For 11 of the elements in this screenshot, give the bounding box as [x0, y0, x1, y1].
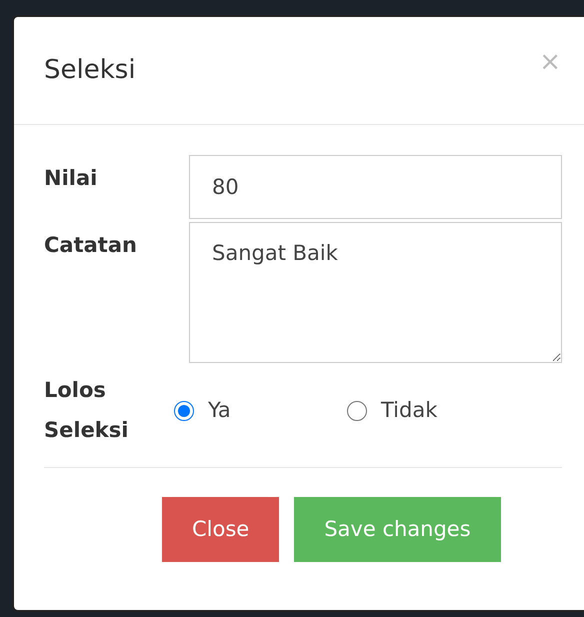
field-label: Nilai: [44, 165, 98, 192]
radio-label[interactable]: Ya: [208, 395, 231, 427]
field-label: Lolos Seleksi: [44, 377, 130, 444]
score-input[interactable]: 80: [189, 155, 562, 219]
radio-button[interactable]: [174, 400, 194, 421]
radio-button[interactable]: [347, 400, 367, 421]
field-label: Catatan: [44, 232, 138, 259]
modal-title: Seleksi: [44, 54, 136, 86]
notes-textarea[interactable]: Sangat Baik: [189, 222, 562, 363]
close-button[interactable]: Close: [162, 496, 280, 562]
radio-label[interactable]: Tidak: [381, 395, 438, 427]
